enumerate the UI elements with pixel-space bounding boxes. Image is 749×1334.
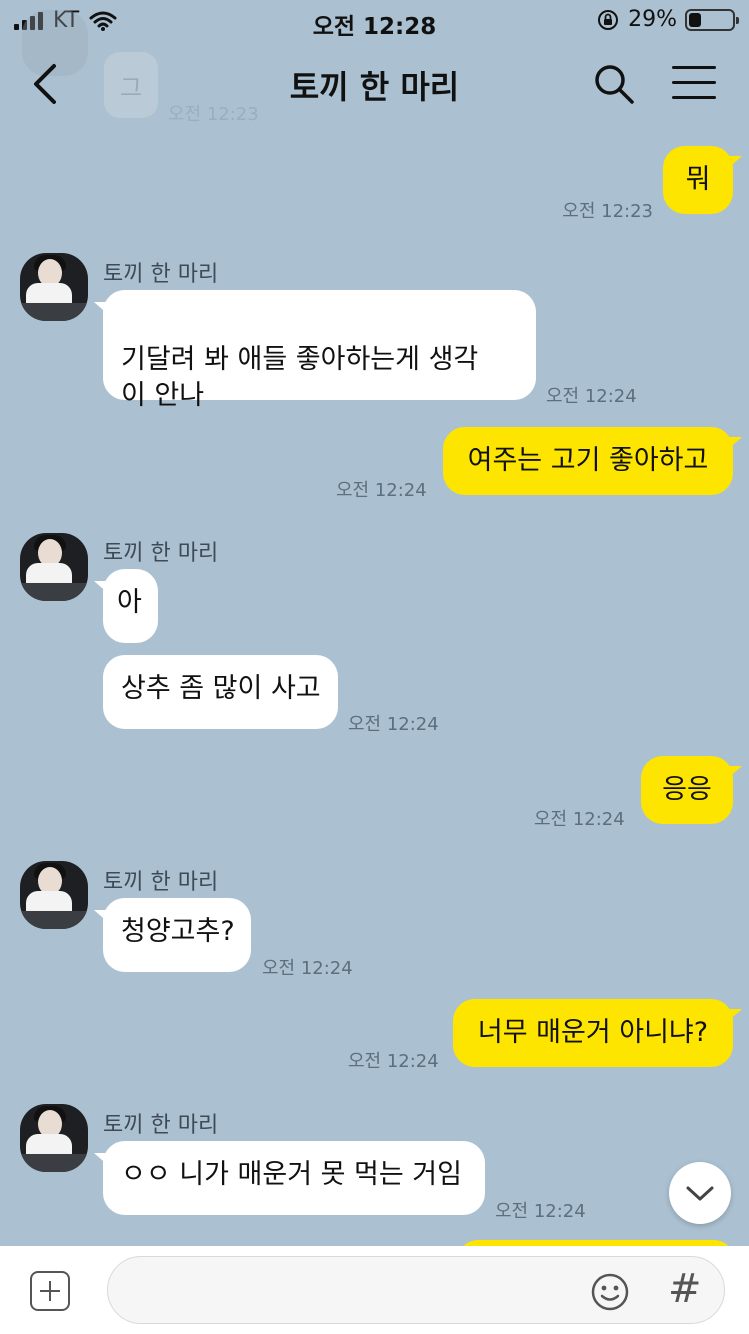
sender-name: 토끼 한 마리 — [103, 262, 219, 287]
battery-percent: 29% — [628, 7, 677, 32]
hamburger-menu-icon[interactable] — [672, 66, 716, 100]
message-text: 청양고추? — [121, 916, 235, 947]
rotation-lock-icon — [598, 9, 619, 30]
status-bar: KT 오전 12:28 29% — [0, 0, 749, 44]
outgoing-message-bubble[interactable]: 뭐 — [663, 146, 742, 214]
message-input[interactable] — [107, 1256, 725, 1324]
battery-fill — [689, 12, 701, 27]
chat-header: 토끼 한 마리 — [0, 44, 749, 124]
sender-avatar[interactable] — [20, 533, 88, 601]
message-text: 너무 매운거 아니냐? — [477, 1017, 709, 1048]
incoming-message-bubble[interactable]: ㅇㅇ 니가 매운거 못 먹는 거임 — [94, 1141, 485, 1215]
sender-name: 토끼 한 마리 — [103, 541, 219, 566]
plus-square-icon[interactable] — [30, 1271, 70, 1311]
hashtag-icon[interactable]: # — [668, 1266, 702, 1312]
battery-icon — [685, 8, 739, 31]
outgoing-message-bubble[interactable]: 여주는 고기 좋아하고 — [443, 427, 742, 495]
message-input-bar: # — [0, 1246, 749, 1334]
sender-name: 토끼 한 마리 — [103, 870, 219, 895]
message-time: 오전 12:24 — [336, 480, 427, 501]
message-text: 뭐 — [685, 164, 711, 195]
outgoing-message-bubble[interactable]: 너무 매운거 아니냐? — [453, 999, 742, 1067]
message-text: 여주는 고기 좋아하고 — [467, 445, 709, 476]
message-text: 아 — [117, 587, 142, 618]
status-right: 29% — [596, 7, 739, 32]
sender-avatar[interactable] — [20, 1104, 88, 1172]
sender-avatar[interactable] — [20, 253, 88, 321]
incoming-message-bubble[interactable]: 상추 좀 많이 사고 — [103, 655, 338, 729]
search-icon[interactable] — [592, 62, 636, 106]
incoming-message-bubble[interactable]: 청양고추? — [94, 898, 251, 972]
incoming-message-bubble[interactable]: 아 — [94, 569, 158, 643]
message-text: 상추 좀 많이 사고 — [121, 673, 321, 704]
chat-title[interactable]: 토끼 한 마리 — [0, 62, 749, 108]
message-text: 응응 — [662, 774, 712, 805]
incoming-message-bubble[interactable]: 기달려 봐 애들 좋아하는게 생각 이 안나 — [94, 290, 536, 411]
message-time: 오전 12:24 — [348, 1051, 439, 1072]
message-time: 오전 12:24 — [546, 386, 637, 407]
sender-name: 토끼 한 마리 — [103, 1113, 219, 1138]
message-time: 오전 12:24 — [348, 714, 439, 735]
smiley-icon[interactable] — [590, 1272, 630, 1312]
message-time: 오전 12:24 — [534, 809, 625, 830]
message-text: 기달려 봐 애들 좋아하는게 생각 이 안나 — [121, 344, 479, 411]
message-time: 오전 12:24 — [262, 958, 353, 979]
outgoing-message-bubble[interactable]: 응응 — [641, 756, 742, 824]
sender-avatar[interactable] — [20, 861, 88, 929]
chevron-down-icon — [686, 1186, 714, 1201]
message-time: 오전 12:23 — [562, 201, 653, 222]
message-text: ㅇㅇ 니가 매운거 못 먹는 거임 — [121, 1159, 462, 1190]
scroll-to-bottom-button[interactable] — [669, 1162, 731, 1224]
message-time: 오전 12:24 — [495, 1201, 586, 1222]
